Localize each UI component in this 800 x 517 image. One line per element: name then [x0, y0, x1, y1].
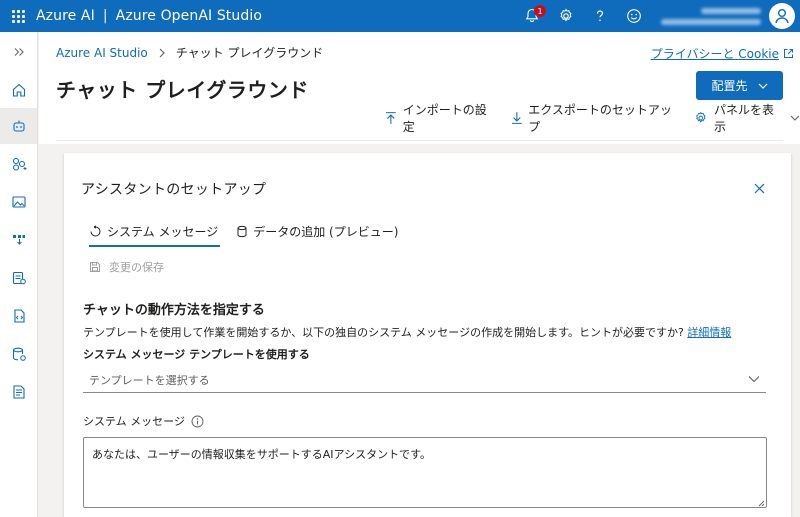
gear-icon	[696, 111, 706, 123]
top-bar: Azure AI | Azure OpenAI Studio 1	[0, 0, 800, 32]
save-icon	[90, 262, 100, 272]
page-title: チャット プレイグラウンド	[56, 78, 309, 102]
code-icon	[13, 309, 25, 323]
import-settings-label: インポートの設定	[402, 103, 487, 134]
system-message-textarea[interactable]: あなたは、ユーザーの情報収集をサポートするAIアシスタントです。	[83, 437, 767, 508]
breadcrumb: Azure AI Studio チャット プレイグラウンド	[56, 44, 323, 61]
deploy-to-button[interactable]: 配置先	[696, 71, 783, 100]
header-divider	[56, 140, 783, 141]
import-icon	[385, 112, 396, 124]
data-files-icon	[12, 271, 26, 285]
models-icon	[12, 157, 26, 171]
assistant-setup-panel: アシスタントのセットアップ システム メッセージ データの追加 (プレビュー) …	[64, 153, 791, 517]
notification-badge: 1	[534, 5, 546, 17]
gear-icon	[560, 8, 572, 22]
home-icon	[12, 83, 25, 97]
chat-bot-icon	[12, 120, 25, 132]
feedback-button[interactable]	[617, 0, 651, 32]
chevron-down-icon	[758, 83, 767, 89]
close-icon	[754, 183, 765, 194]
deployments-icon	[12, 235, 25, 245]
images-icon	[11, 196, 26, 208]
help-button[interactable]	[583, 0, 617, 32]
template-field-label: システム メッセージ テンプレートを使用する	[83, 348, 310, 361]
content-filters-icon	[12, 385, 25, 399]
export-setup-button[interactable]: エクスポートのセットアップ	[511, 101, 681, 135]
help-icon	[596, 10, 604, 22]
import-settings-button[interactable]: インポートの設定	[385, 101, 497, 135]
export-icon	[511, 112, 522, 124]
rail-item-content-filters[interactable]	[0, 374, 37, 410]
rail-item-code[interactable]	[0, 298, 37, 334]
system-message-icon	[90, 224, 101, 236]
chevron-down-icon	[790, 115, 800, 121]
show-panels-label: パネルを表示	[714, 103, 775, 134]
brand-product[interactable]: Azure OpenAI Studio	[116, 8, 262, 24]
learn-more-link[interactable]: 詳細情報	[687, 326, 731, 339]
database-icon	[237, 225, 247, 237]
settings-button[interactable]	[549, 0, 583, 32]
chevron-down-icon	[748, 376, 760, 383]
rail-item-data-files[interactable]	[0, 260, 37, 296]
save-changes-button[interactable]: 変更の保存	[89, 259, 164, 275]
rail-item-deployments[interactable]	[0, 222, 37, 258]
notifications-button[interactable]: 1	[515, 0, 549, 32]
tab-system-message-label: システム メッセージ	[107, 224, 219, 239]
save-changes-label: 変更の保存	[109, 261, 164, 274]
chevron-right-icon	[159, 48, 165, 57]
resize-grip-icon[interactable]	[758, 500, 765, 507]
left-nav-rail	[0, 32, 38, 517]
deploy-to-label: 配置先	[711, 79, 748, 93]
close-panel-button[interactable]	[754, 179, 765, 198]
show-panels-button[interactable]: パネルを表示	[694, 101, 800, 135]
privacy-cookie-link[interactable]: プライバシーと Cookie	[651, 45, 794, 62]
brand: Azure AI | Azure OpenAI Studio	[36, 8, 262, 24]
tab-system-message[interactable]: システム メッセージ	[81, 215, 228, 247]
privacy-cookie-label: プライバシーと Cookie	[650, 47, 779, 61]
person-icon	[775, 9, 789, 24]
brand-separator: |	[102, 8, 108, 24]
brand-azure-ai[interactable]: Azure AI	[36, 8, 95, 24]
panel-title: アシスタントのセットアップ	[81, 182, 267, 198]
top-right-actions: 1	[515, 0, 800, 32]
system-message-label-text: システム メッセージ	[83, 415, 185, 428]
template-select-placeholder: テンプレートを選択する	[89, 373, 210, 387]
rail-item-home[interactable]	[0, 72, 37, 108]
section-heading: チャットの動作方法を指定する	[83, 303, 265, 318]
app-launcher-button[interactable]	[0, 0, 36, 32]
rail-expand-button[interactable]	[0, 34, 37, 70]
rail-item-quota[interactable]	[0, 336, 37, 372]
panel-tabs: システム メッセージ データの追加 (プレビュー)	[81, 215, 408, 247]
breadcrumb-root-link[interactable]: Azure AI Studio	[56, 46, 148, 60]
section-description: テンプレートを使用して作業を開始するか、以下の独自のシステム メッセージの作成を…	[83, 324, 783, 340]
redacted-account-name	[701, 7, 761, 14]
expand-chevrons-icon	[14, 48, 24, 56]
redacted-account-directory	[661, 18, 761, 25]
system-message-label: システム メッセージ	[83, 413, 204, 429]
smiley-icon	[627, 9, 641, 23]
rail-item-chat[interactable]	[0, 108, 37, 144]
rail-item-models[interactable]	[0, 146, 37, 182]
playground-toolbar: インポートの設定 エクスポートのセットアップ パネルを表示	[385, 103, 800, 134]
avatar[interactable]	[769, 3, 795, 29]
export-setup-label: エクスポートのセットアップ	[528, 103, 672, 134]
template-select[interactable]: テンプレートを選択する	[83, 367, 766, 393]
external-link-icon	[784, 49, 793, 58]
rail-item-images[interactable]	[0, 184, 37, 220]
description-text: テンプレートを使用して作業を開始するか、以下の独自のシステム メッセージの作成を…	[83, 326, 684, 339]
breadcrumb-current: チャット プレイグラウンド	[175, 46, 324, 60]
tab-add-data-label: データの追加 (プレビュー)	[253, 224, 399, 239]
tab-add-data[interactable]: データの追加 (プレビュー)	[228, 215, 408, 247]
account-info-redacted[interactable]	[651, 0, 769, 32]
quota-icon	[12, 347, 26, 361]
waffle-icon	[11, 9, 25, 23]
info-icon[interactable]	[191, 415, 204, 428]
